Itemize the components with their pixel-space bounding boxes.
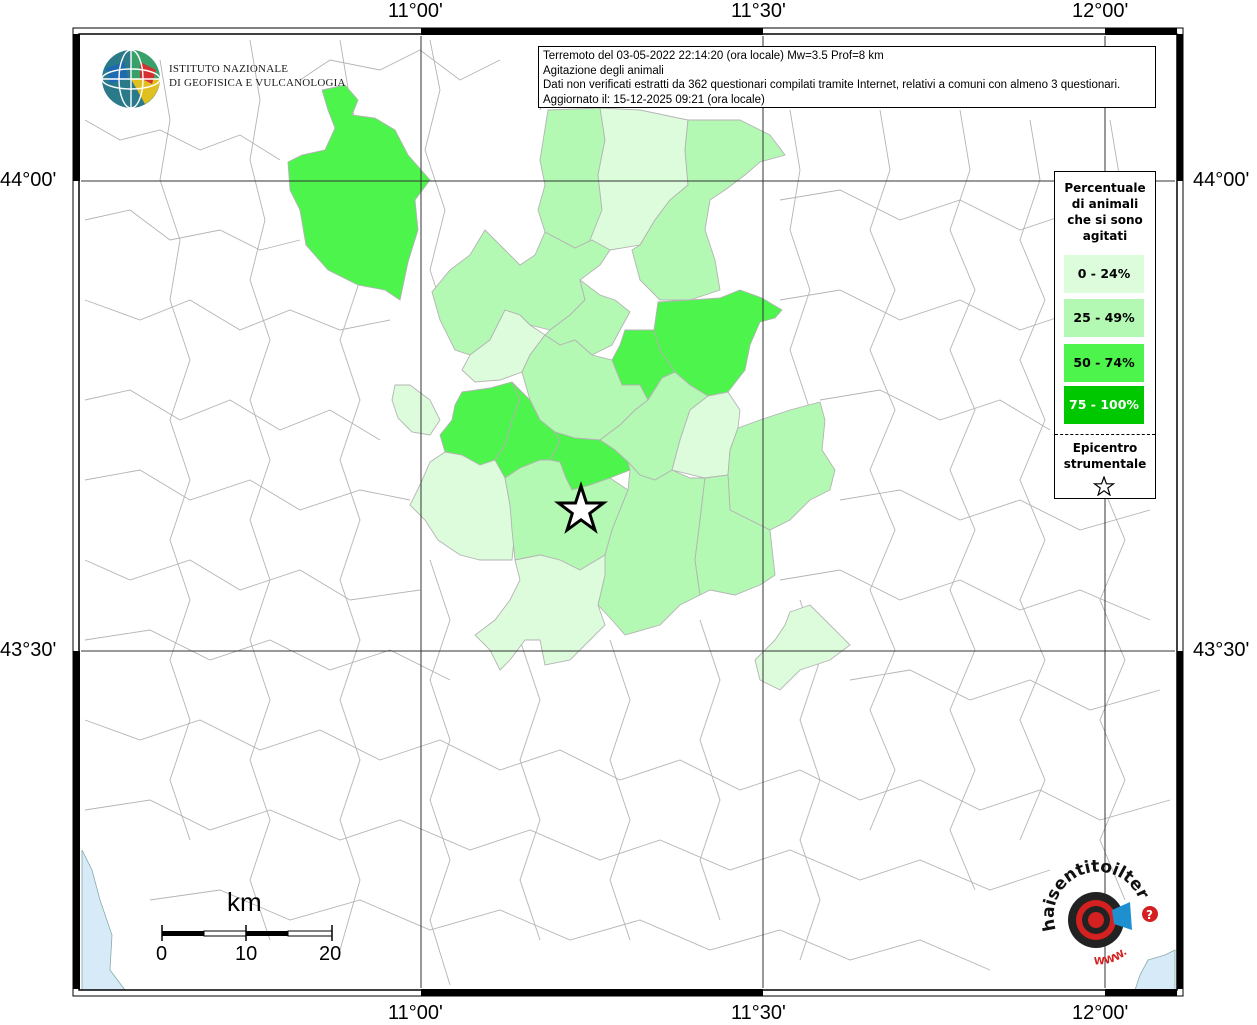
legend-title-line: di animali <box>1071 197 1139 211</box>
ingv-logo-text: ISTITUTO NAZIONALE DI GEOFISICA E VULCAN… <box>169 62 346 90</box>
legend-star-icon <box>1092 475 1116 499</box>
lon-label-top-left: 11°00' <box>388 0 443 22</box>
event-info-box: Terremoto del 03-05-2022 22:14:20 (ora l… <box>538 46 1156 108</box>
svg-text:?: ? <box>1146 908 1153 922</box>
legend-separator <box>1055 434 1155 435</box>
legend-class-25-49: 25 - 49% <box>1064 299 1144 337</box>
municipality-se <box>754 604 851 691</box>
felt-municipalities <box>287 84 851 691</box>
scale-bar: km 0 10 20 <box>150 885 350 975</box>
municipality-nw <box>287 84 431 301</box>
legend-class-0-24: 0 - 24% <box>1064 255 1144 293</box>
legend-epicenter-title: Epicentro strumentale <box>1055 440 1155 472</box>
legend-epicenter-line: strumentale <box>1063 457 1147 471</box>
legend-title-line: che si sono <box>1067 213 1143 227</box>
sea-west <box>81 849 126 991</box>
scale-tick-10: 10 <box>235 943 258 965</box>
municipality-w1 <box>391 384 441 436</box>
lat-label-left-top: 44°00' <box>0 169 57 191</box>
lat-label-right-bottom: 43°30' <box>1193 639 1250 661</box>
hai-sentito-logo: haisentitoilterremoto.it WWW. ? <box>1027 845 1166 979</box>
lat-label-left-bottom: 43°30' <box>0 639 57 661</box>
municipality-s4 <box>474 554 606 671</box>
scale-tick-0: 0 <box>156 943 168 965</box>
legend: Percentuale di animali che si sono agita… <box>1054 171 1156 499</box>
legend-class-50-74: 50 - 74% <box>1064 344 1144 382</box>
lon-label-bottom-left: 11°00' <box>388 1002 443 1024</box>
event-info-line: Agitazione degli animali <box>543 64 664 77</box>
event-info-line: Dati non verificati estratti da 362 ques… <box>543 79 1121 92</box>
ingv-globe-icon <box>100 48 162 114</box>
municipality-sw1 <box>409 451 516 561</box>
lon-label-bottom-right: 12°00' <box>1072 1002 1129 1024</box>
ingv-logo-line: ISTITUTO NAZIONALE <box>169 63 289 75</box>
scale-bar-graphic <box>161 925 333 941</box>
hst-logo-url: WWW. <box>1094 947 1130 967</box>
lon-label-bottom-mid: 11°30' <box>731 1002 786 1024</box>
legend-class-75-100: 75 - 100% <box>1064 386 1144 424</box>
legend-title-line: Percentuale <box>1064 181 1146 195</box>
ingv-logo-line: DI GEOFISICA E VULCANOLOGIA <box>169 77 346 89</box>
lat-label-right-top: 44°00' <box>1193 169 1250 191</box>
legend-epicenter-line: Epicentro <box>1072 441 1138 455</box>
event-info-line: Terremoto del 03-05-2022 22:14:20 (ora l… <box>543 50 884 62</box>
legend-title-line: agitati <box>1082 229 1128 243</box>
municipality-e4 <box>727 401 836 531</box>
scale-tick-20: 20 <box>319 943 342 965</box>
lon-label-top-right: 12°00' <box>1072 0 1129 22</box>
lon-label-top-mid: 11°30' <box>731 0 786 22</box>
legend-title: Percentuale di animali che si sono agita… <box>1055 180 1155 244</box>
svg-text:WWW.: WWW. <box>1094 947 1130 967</box>
event-info-line: Aggiornato il: 15-12-2025 09:21 (ora loc… <box>543 93 765 106</box>
